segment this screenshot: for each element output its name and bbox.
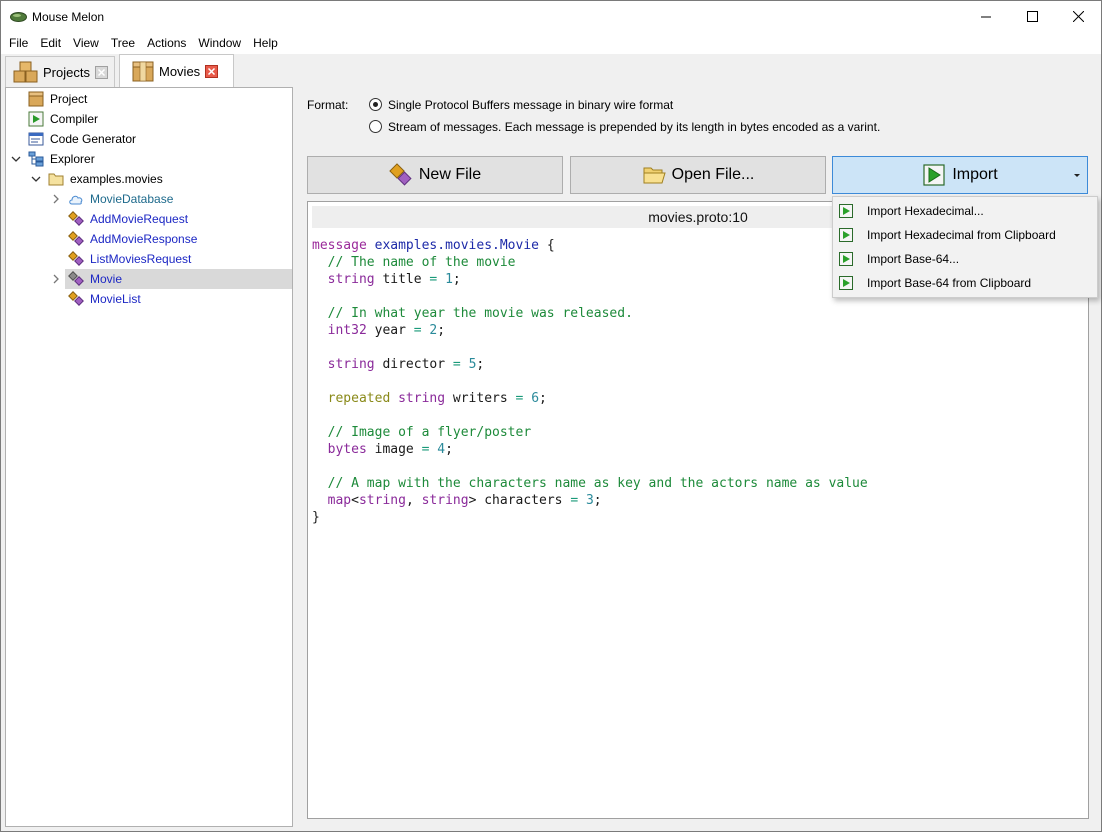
tab-movies[interactable]: Movies [119, 54, 234, 87]
cloud-service-icon [69, 195, 83, 205]
compiler-icon [28, 111, 44, 127]
menu-import-base64[interactable]: Import Base-64... [833, 247, 1097, 271]
new-file-label: New File [418, 166, 482, 183]
close-window-button[interactable] [1055, 1, 1101, 32]
format-single-label[interactable]: Single Protocol Buffers message in binar… [388, 98, 673, 112]
menu-tree[interactable]: Tree [105, 32, 141, 54]
message-icon [68, 291, 84, 306]
tree-item-label: Project [50, 92, 88, 106]
tab-close-icon[interactable] [94, 65, 108, 79]
tree-item-label: Movie [90, 272, 123, 286]
import-icon [839, 204, 853, 218]
melon-app-icon [10, 11, 27, 22]
import-dropdown-menu: Import Hexadecimal... Import Hexadecimal… [832, 196, 1098, 298]
menu-file[interactable]: File [3, 32, 34, 54]
tab-bar: Projects Movies [1, 54, 1101, 87]
app-window: Mouse Melon File Edit View Tree Actions … [0, 0, 1102, 832]
tree-item-label: Compiler [50, 112, 99, 126]
open-file-button[interactable]: Open File... [570, 156, 826, 194]
tree-item-label: Explorer [50, 152, 95, 166]
menu-import-hex[interactable]: Import Hexadecimal... [833, 199, 1097, 223]
window-controls [963, 1, 1101, 32]
import-label: Import [952, 166, 998, 183]
tree-item-movie[interactable]: Movie [6, 269, 292, 289]
minimize-icon [980, 16, 991, 18]
format-single-radio[interactable] [369, 98, 382, 111]
message-icon [68, 211, 84, 226]
menu-item-label: Import Base-64 from Clipboard [867, 276, 1032, 290]
import-icon [839, 276, 853, 290]
menu-item-label: Import Hexadecimal... [867, 204, 984, 218]
project-tree: Project Compiler Code Generator Explorer… [5, 87, 293, 827]
tree-item-label: AddMovieRequest [90, 212, 189, 226]
tree-item-movielist[interactable]: MovieList [6, 289, 292, 309]
close-icon [1072, 11, 1084, 22]
tree-item-explorer[interactable]: Explorer [6, 149, 292, 169]
menu-help[interactable]: Help [247, 32, 284, 54]
menu-import-hex-clipboard[interactable]: Import Hexadecimal from Clipboard [833, 223, 1097, 247]
tree-item-package[interactable]: examples.movies [6, 169, 292, 189]
minimize-button[interactable] [963, 1, 1009, 32]
import-icon [839, 252, 853, 266]
message-icon [68, 231, 84, 246]
message-icon [68, 271, 84, 286]
import-icon [923, 164, 945, 186]
menu-edit[interactable]: Edit [34, 32, 67, 54]
tree-item-code-generator[interactable]: Code Generator [6, 129, 292, 149]
tree-item-label: examples.movies [70, 172, 163, 186]
chevron-down-icon[interactable] [11, 154, 21, 164]
tree-item-label: MovieDatabase [90, 192, 174, 206]
new-file-button[interactable]: New File [307, 156, 563, 194]
project-icon [28, 91, 44, 107]
box-icon [132, 61, 154, 82]
tree-item-label: MovieList [90, 292, 141, 306]
tree-item-label: Code Generator [50, 132, 137, 146]
menu-bar: File Edit View Tree Actions Window Help [1, 32, 1101, 54]
tab-projects-label: Projects [43, 64, 90, 80]
folder-icon [48, 173, 64, 186]
tree-item-listmoviesrequest[interactable]: ListMoviesRequest [6, 249, 292, 269]
import-button[interactable]: Import [832, 156, 1088, 194]
open-file-label: Open File... [671, 166, 755, 183]
menu-import-base64-clipboard[interactable]: Import Base-64 from Clipboard [833, 271, 1097, 295]
tree-item-label: ListMoviesRequest [90, 252, 192, 266]
chevron-down-icon[interactable] [1073, 171, 1081, 179]
menu-window[interactable]: Window [192, 32, 247, 54]
maximize-icon [1026, 11, 1038, 22]
boxes-icon [13, 61, 38, 83]
tree-item-project[interactable]: Project [6, 89, 292, 109]
code-generator-icon [28, 132, 44, 146]
menu-actions[interactable]: Actions [141, 32, 192, 54]
chevron-right-icon[interactable] [51, 274, 61, 284]
proto-source-code[interactable]: message examples.movies.Movie { // The n… [312, 237, 868, 526]
new-file-icon [389, 163, 412, 186]
tab-movies-label: Movies [159, 63, 201, 79]
message-icon [68, 251, 84, 266]
tab-close-icon[interactable] [205, 64, 219, 78]
menu-view[interactable]: View [67, 32, 105, 54]
tree-item-addmovieresponse[interactable]: AddMovieResponse [6, 229, 292, 249]
chevron-down-icon[interactable] [31, 174, 41, 184]
format-label: Format: [307, 98, 349, 112]
format-stream-radio[interactable] [369, 120, 382, 133]
explorer-icon [28, 151, 44, 167]
tree-item-moviedatabase[interactable]: MovieDatabase [6, 189, 292, 209]
window-title: Mouse Melon [32, 9, 105, 24]
menu-item-label: Import Hexadecimal from Clipboard [867, 228, 1056, 242]
folder-open-icon [643, 167, 666, 184]
chevron-right-icon[interactable] [51, 194, 61, 204]
tree-item-label: AddMovieResponse [90, 232, 198, 246]
menu-item-label: Import Base-64... [867, 252, 960, 266]
format-stream-label[interactable]: Stream of messages. Each message is prep… [388, 120, 880, 134]
import-icon [839, 228, 853, 242]
tab-projects[interactable]: Projects [5, 56, 115, 87]
tree-item-addmovierequest[interactable]: AddMovieRequest [6, 209, 292, 229]
tree-item-compiler[interactable]: Compiler [6, 109, 292, 129]
maximize-button[interactable] [1009, 1, 1055, 32]
title-bar: Mouse Melon [1, 1, 1101, 32]
